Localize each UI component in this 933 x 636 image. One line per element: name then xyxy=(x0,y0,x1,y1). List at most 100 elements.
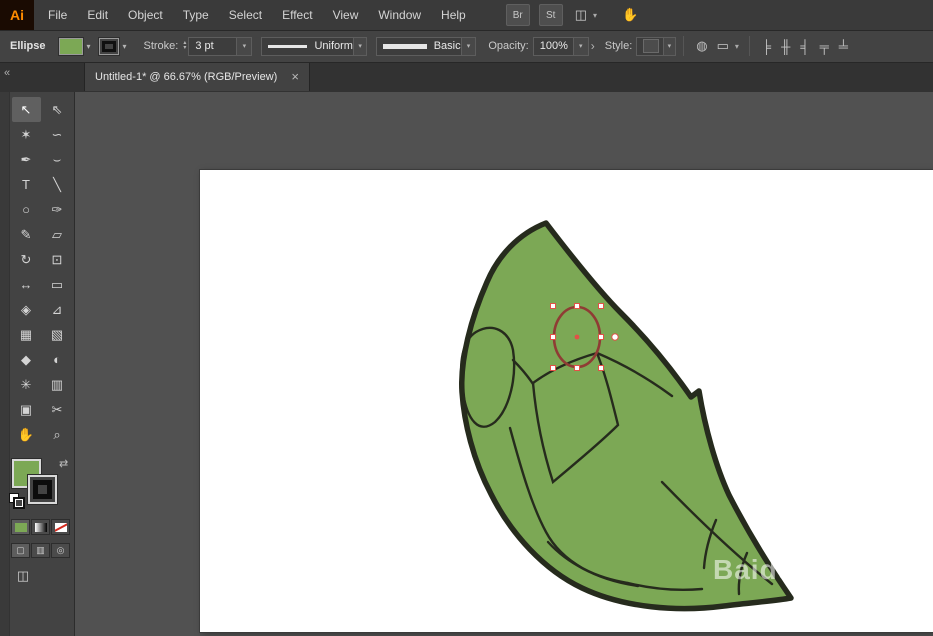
menu-effect[interactable]: Effect xyxy=(272,0,322,30)
bridge-button[interactable]: Br xyxy=(505,4,530,26)
align-horizontal-center-icon[interactable]: ╫ xyxy=(781,39,790,54)
zoom-tool[interactable]: ⌕ xyxy=(43,422,72,447)
menu-object[interactable]: Object xyxy=(118,0,173,30)
selection-tool[interactable]: ↖ xyxy=(11,97,41,122)
swap-fill-stroke-icon[interactable]: ⇄ xyxy=(59,457,68,470)
artboard-tool-icon: ▣ xyxy=(19,401,33,417)
mesh-tool[interactable]: ▦ xyxy=(12,322,41,347)
perspective-grid-tool[interactable]: ⊿ xyxy=(43,297,72,322)
direct-selection-tool[interactable]: ⇖ xyxy=(43,97,72,122)
menu-view[interactable]: View xyxy=(323,0,369,30)
arrange-documents-control[interactable]: ◫ ▾ xyxy=(575,7,600,23)
stroke-color-control[interactable]: ▾ xyxy=(99,37,129,55)
magic-wand-tool[interactable]: ✶ xyxy=(12,122,41,147)
ellipse-center-point[interactable] xyxy=(574,334,580,340)
column-graph-tool[interactable]: ▥ xyxy=(43,372,72,397)
opacity-select[interactable]: 100% ▾ xyxy=(532,36,589,56)
stock-button[interactable]: St xyxy=(538,4,563,26)
close-tab-icon[interactable]: × xyxy=(291,69,299,84)
align-horizontal-left-icon[interactable]: ╞ xyxy=(762,39,771,54)
chevron-down-icon[interactable]: ▾ xyxy=(236,37,252,55)
shaper-tool[interactable]: ✎ xyxy=(12,222,41,247)
chevron-down-icon[interactable]: ▾ xyxy=(662,37,676,55)
menu-window[interactable]: Window xyxy=(368,0,431,30)
align-horizontal-right-icon[interactable]: ╡ xyxy=(800,39,809,54)
draw-normal-mode-button[interactable]: ▢ xyxy=(11,543,30,558)
default-fill-stroke-icon[interactable] xyxy=(9,493,25,509)
artboard-tool[interactable]: ▣ xyxy=(12,397,41,422)
mesh-tool-icon: ▦ xyxy=(19,326,33,342)
selection-handle[interactable] xyxy=(574,365,580,371)
chevron-down-icon[interactable]: ▾ xyxy=(119,42,129,51)
stroke-swatch[interactable] xyxy=(28,475,57,504)
fill-color-swatch[interactable] xyxy=(59,37,84,55)
blend-tool[interactable]: ◐ xyxy=(43,347,72,372)
draw-inside-mode-button[interactable]: ◎ xyxy=(51,543,70,558)
color-mode-icon xyxy=(14,522,27,532)
selection-handle[interactable] xyxy=(574,303,580,309)
eraser-tool-icon: ▱ xyxy=(52,226,62,242)
stroke-label: Stroke: xyxy=(143,40,179,52)
menu-select[interactable]: Select xyxy=(219,0,272,30)
draw-behind-mode-button[interactable]: ▥ xyxy=(31,543,50,558)
stroke-weight-select[interactable]: 3 pt ▾ xyxy=(188,36,253,56)
lasso-tool[interactable]: ∽ xyxy=(43,122,72,147)
none-mode-button[interactable] xyxy=(51,519,70,535)
stroke-weight-stepper[interactable]: ▴ ▾ xyxy=(183,40,186,51)
selection-handle[interactable] xyxy=(550,303,556,309)
chevron-down-icon[interactable]: ▾ xyxy=(83,42,93,51)
brush-definition-select[interactable]: Basic ▾ xyxy=(376,36,477,56)
hand-tool-icon: ✋ xyxy=(17,426,35,442)
selection-handle[interactable] xyxy=(550,334,556,340)
hand-tool[interactable]: ✋ xyxy=(12,422,41,447)
ellipse-tool[interactable]: ○ xyxy=(12,197,41,222)
artboard[interactable] xyxy=(200,170,933,632)
chevron-down-icon[interactable]: ▾ xyxy=(460,37,476,55)
opacity-flyout-icon[interactable]: › xyxy=(591,39,595,53)
chevron-down-icon[interactable]: ▾ xyxy=(352,37,367,55)
gradient-tool[interactable]: ▧ xyxy=(43,322,72,347)
align-vertical-top-icon[interactable]: ╤ xyxy=(820,39,829,54)
transform-panel-control[interactable]: ▭ ▾ xyxy=(717,38,742,54)
color-mode-button[interactable] xyxy=(11,519,30,535)
free-transform-tool[interactable]: ▭ xyxy=(43,272,72,297)
paintbrush-tool[interactable]: ✑ xyxy=(43,197,72,222)
brush-value: Basic xyxy=(433,40,461,52)
symbol-sprayer-tool[interactable]: ✳ xyxy=(12,372,41,397)
scale-tool[interactable]: ⊡ xyxy=(43,247,72,272)
chevron-down-icon[interactable]: ▾ xyxy=(572,37,588,55)
line-segment-tool[interactable]: ╲ xyxy=(43,172,72,197)
width-tool[interactable]: ↔ xyxy=(12,272,41,297)
menu-type[interactable]: Type xyxy=(173,0,219,30)
menu-help[interactable]: Help xyxy=(431,0,476,30)
type-tool[interactable]: T xyxy=(12,172,41,197)
align-vertical-bottom-icon[interactable]: ╧ xyxy=(839,39,848,54)
recolor-artwork-icon[interactable]: ◍ xyxy=(696,38,707,54)
shape-builder-tool[interactable]: ◈ xyxy=(12,297,41,322)
menu-edit[interactable]: Edit xyxy=(77,0,118,30)
selection-handle[interactable] xyxy=(598,334,604,340)
selection-handle[interactable] xyxy=(598,365,604,371)
screen-mode-button[interactable]: ◫ xyxy=(13,568,33,584)
menu-file[interactable]: File xyxy=(38,0,77,30)
touch-workspace-icon[interactable]: ✋ xyxy=(622,7,638,23)
rotate-tool[interactable]: ↻ xyxy=(12,247,41,272)
stroke-color-swatch[interactable] xyxy=(99,37,120,55)
eyedropper-tool[interactable]: ◆ xyxy=(12,347,41,372)
ellipse-side-widget[interactable] xyxy=(611,333,619,341)
slice-tool[interactable]: ✂ xyxy=(43,397,72,422)
variable-width-profile-select[interactable]: Uniform ▾ xyxy=(261,36,368,56)
style-select[interactable]: ▾ xyxy=(636,36,677,56)
fill-color-control[interactable]: ▾ xyxy=(59,37,93,55)
curvature-tool[interactable]: ⌣ xyxy=(43,147,72,172)
gradient-mode-button[interactable] xyxy=(31,519,50,535)
selection-handle[interactable] xyxy=(550,365,556,371)
document-tab[interactable]: Untitled-1* @ 66.67% (RGB/Preview) × xyxy=(84,62,310,91)
canvas[interactable]: Baidu xyxy=(75,92,933,636)
collapse-panel-icon[interactable]: « xyxy=(4,67,10,79)
pen-tool[interactable]: ✒ xyxy=(12,147,41,172)
selection-handle[interactable] xyxy=(598,303,604,309)
control-bar: Ellipse ▾ ▾ Stroke: ▴ ▾ 3 pt ▾ Uniform ▾… xyxy=(0,30,933,63)
eraser-tool[interactable]: ▱ xyxy=(43,222,72,247)
stepper-down-icon[interactable]: ▾ xyxy=(183,45,186,51)
